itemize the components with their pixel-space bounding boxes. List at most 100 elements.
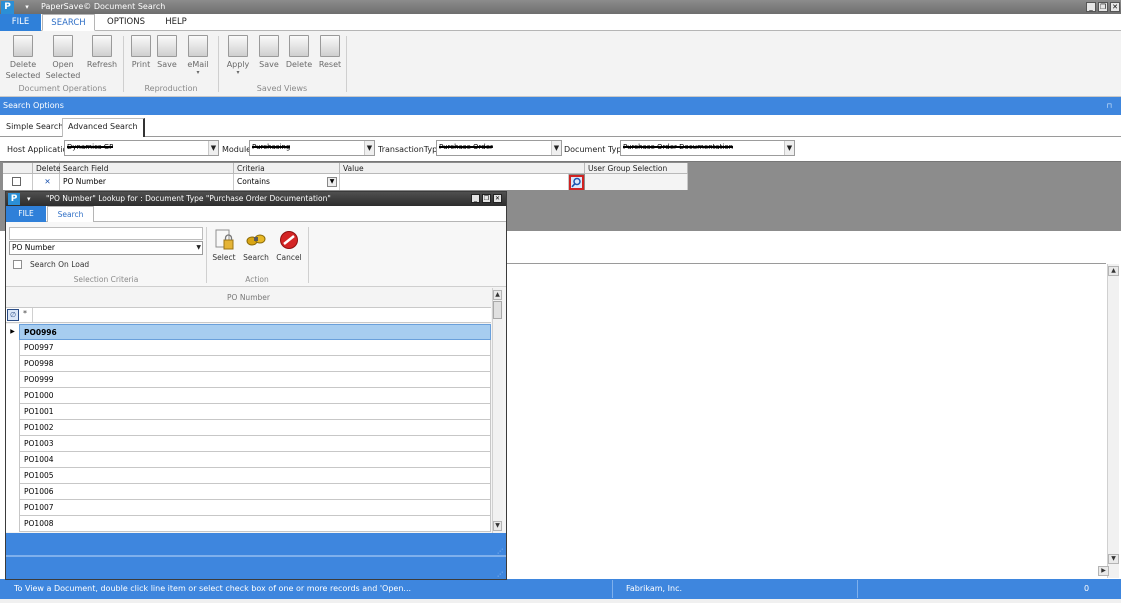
dialog-tab-file[interactable]: FILE [6, 206, 46, 222]
email-button[interactable]: eMail ▾ [184, 35, 212, 76]
reset-view-button[interactable]: Reset [316, 35, 344, 70]
pin-icon[interactable]: ⊓ [1107, 97, 1112, 115]
binoculars-icon [246, 234, 266, 246]
scrollbar-thumb[interactable] [493, 301, 502, 319]
list-item[interactable]: PO1001 [19, 404, 491, 420]
chevron-down-icon[interactable]: ▼ [196, 242, 201, 254]
window-title-bar [0, 0, 1121, 14]
resize-grip-icon[interactable]: ⋰ [497, 548, 503, 555]
criteria-row-select-cell [3, 174, 33, 190]
transaction-type-select[interactable]: Purchase Order ▼ [436, 140, 562, 156]
list-item[interactable]: PO0999 [19, 372, 491, 388]
search-options-header[interactable]: Search Options [0, 97, 1121, 115]
chevron-down-icon[interactable]: ▼ [208, 141, 218, 155]
document-type-select[interactable]: Purchase Order Documentation ▼ [620, 140, 795, 156]
chevron-down-icon[interactable]: ▼ [364, 141, 374, 155]
scroll-up-icon[interactable]: ▲ [1108, 266, 1119, 276]
tab-options[interactable]: OPTIONS [96, 14, 156, 31]
lookup-scrollbar[interactable]: ▲ ▼ [492, 288, 503, 533]
ribbon-separator [123, 36, 124, 92]
minimize-button[interactable]: _ [1086, 2, 1096, 12]
window-title: PaperSave© Document Search [41, 2, 166, 11]
lookup-field-select[interactable]: PO Number ▼ [9, 241, 203, 255]
chevron-down-icon: ▾ [236, 69, 240, 76]
papersave-app-icon[interactable]: P [1, 1, 14, 14]
module-select[interactable]: Purchasing ▼ [249, 140, 375, 156]
delete-view-button[interactable]: Delete [285, 35, 313, 70]
filter-editor-icon[interactable]: ∅ [7, 309, 19, 321]
save-reproduction-button[interactable]: Save [155, 35, 179, 70]
open-selected-button[interactable]: Open Selected [45, 35, 81, 81]
lookup-search-input[interactable] [9, 227, 203, 240]
dialog-title: "PO Number" Lookup for : Document Type "… [46, 194, 331, 203]
value-cell[interactable] [340, 174, 569, 190]
host-application-select[interactable]: Dynamics GP ▼ [64, 140, 219, 156]
close-button[interactable]: ✕ [1110, 2, 1120, 12]
row-checkbox[interactable] [12, 177, 21, 186]
results-scrollbar[interactable]: ▲ ▼ ▶ [1098, 264, 1119, 578]
delete-selected-button[interactable]: Delete Selected [5, 35, 41, 81]
scroll-up-icon[interactable]: ▲ [493, 290, 502, 300]
search-field-cell[interactable]: PO Number [60, 174, 234, 190]
print-button[interactable]: Print [128, 35, 154, 70]
list-item[interactable]: PO1007 [19, 500, 491, 516]
delete-document-icon [13, 35, 33, 57]
printer-icon [131, 35, 151, 57]
lookup-column-header[interactable]: PO Number [6, 288, 491, 307]
search-button[interactable]: Search [242, 229, 270, 262]
tab-simple-search[interactable]: Simple Search [2, 118, 67, 136]
group-document-operations: Document Operations [18, 84, 107, 93]
save-view-button[interactable]: Save [256, 35, 282, 70]
list-item[interactable]: PO1004 [19, 452, 491, 468]
delete-row-icon[interactable]: ✕ [33, 174, 60, 190]
dialog-minimize-button[interactable]: _ [471, 194, 480, 203]
dialog-tab-search[interactable]: Search [47, 206, 94, 223]
tab-file[interactable]: FILE [0, 14, 41, 31]
reset-sparkle-icon [320, 35, 340, 57]
list-item[interactable]: PO1005 [19, 468, 491, 484]
window-bottom-border [0, 599, 1121, 603]
floppy-save-icon [157, 35, 177, 57]
lookup-filter-cell[interactable] [32, 308, 491, 322]
user-group-selection-cell[interactable] [585, 174, 688, 190]
list-item[interactable]: PO0998 [19, 356, 491, 372]
refresh-button[interactable]: Refresh [86, 35, 118, 70]
transaction-type-label: TransactionType [378, 145, 443, 154]
papersave-dialog-icon[interactable]: P [8, 193, 20, 205]
tab-search[interactable]: SEARCH [42, 14, 95, 31]
list-item[interactable]: PO1006 [19, 484, 491, 500]
grid-header-search-field: Search Field [60, 163, 234, 174]
scroll-down-icon[interactable]: ▼ [1108, 554, 1119, 564]
apply-view-button[interactable]: Apply ▾ [224, 35, 252, 76]
apply-view-icon [228, 35, 248, 57]
chevron-down-icon[interactable]: ▼ [327, 177, 337, 187]
dialog-restore-button[interactable]: ❐ [482, 194, 491, 203]
new-row-indicator: * [23, 309, 27, 318]
tab-advanced-search[interactable]: Advanced Search [62, 118, 145, 137]
ribbon-separator [346, 36, 347, 92]
resize-grip-icon[interactable]: ⋰ [497, 571, 503, 578]
list-item[interactable]: PO0997 [19, 340, 491, 356]
chevron-down-icon[interactable]: ▼ [551, 141, 561, 155]
select-button[interactable]: Select [210, 229, 238, 262]
list-item[interactable]: PO1002 [19, 420, 491, 436]
status-message: To View a Document, double click line it… [14, 584, 412, 593]
quick-access-dropdown-icon[interactable]: ▾ [20, 1, 34, 13]
criteria-cell[interactable]: Contains ▼ [234, 174, 340, 190]
scroll-down-icon[interactable]: ▼ [493, 521, 502, 531]
email-icon [188, 35, 208, 57]
quick-access-dropdown-icon[interactable]: ▾ [27, 192, 31, 206]
list-item[interactable]: PO1000 [19, 388, 491, 404]
dialog-close-button[interactable]: ✕ [493, 194, 502, 203]
chevron-down-icon[interactable]: ▼ [784, 141, 794, 155]
cancel-button[interactable]: Cancel [275, 229, 303, 262]
lookup-search-button[interactable] [569, 175, 584, 190]
restore-button[interactable]: ❐ [1098, 2, 1108, 12]
search-on-load-checkbox[interactable] [13, 260, 22, 269]
scroll-right-icon[interactable]: ▶ [1098, 566, 1109, 576]
row-indicator-icon: ▶ [10, 328, 15, 335]
list-item[interactable]: PO1003 [19, 436, 491, 452]
tab-help[interactable]: HELP [156, 14, 196, 31]
list-item[interactable]: PO0996 [19, 324, 491, 340]
list-item[interactable]: PO1008 [19, 516, 491, 532]
